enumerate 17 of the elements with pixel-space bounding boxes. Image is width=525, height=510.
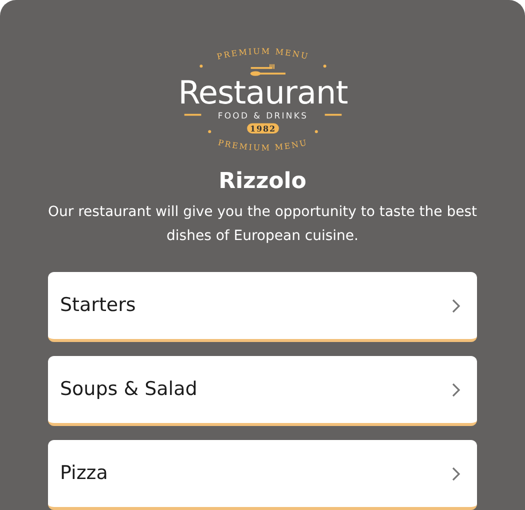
- dot-icon: [322, 64, 326, 68]
- restaurant-title: Rizzolo: [218, 168, 306, 196]
- logo-tagline: FOOD & DRINKS: [217, 110, 308, 121]
- divider-line: [184, 114, 201, 116]
- chevron-right-icon: [451, 466, 461, 482]
- dot-icon: [314, 130, 318, 134]
- category-card[interactable]: Pizza: [48, 440, 477, 510]
- category-card[interactable]: Starters: [48, 272, 477, 342]
- fork-spoon-icon: [250, 64, 285, 76]
- dot-icon: [208, 130, 211, 134]
- dot-icon: [199, 64, 202, 68]
- chevron-right-icon: [451, 382, 461, 398]
- chevron-right-icon: [451, 298, 461, 314]
- category-card[interactable]: Soups & Salad: [48, 356, 477, 426]
- restaurant-description: Our restaurant will give you the opportunity to taste the best dishes of European cuisine.: [47, 203, 478, 246]
- divider-line: [324, 114, 342, 116]
- logo-name: Restaurant: [178, 74, 348, 112]
